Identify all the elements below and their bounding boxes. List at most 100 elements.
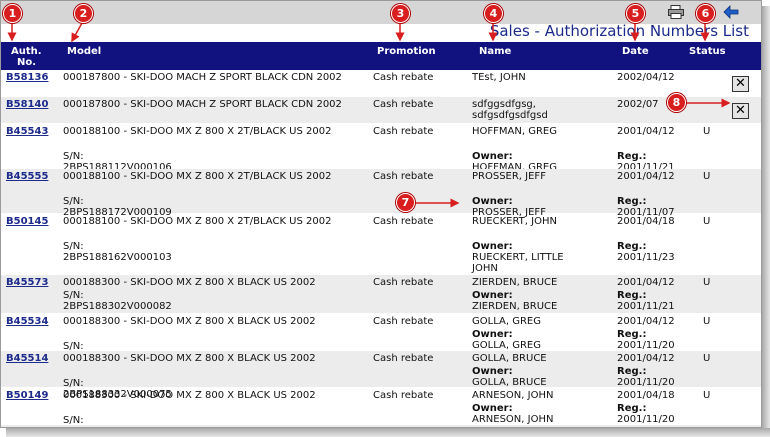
callout-marker-1: 1 [3, 4, 22, 23]
col-model[interactable]: Model [67, 46, 101, 57]
name-text: sdfggsdfgsg, sdfgsdfgsdfgsd [472, 99, 548, 121]
owner-label: Owner: [472, 196, 513, 207]
date-text: 2002/07 [617, 99, 659, 110]
promotion-text: Cash rebate [373, 353, 434, 364]
reg-label: Reg.: [617, 403, 647, 414]
owner-label: Owner: [472, 241, 513, 252]
back-arrow-icon[interactable] [723, 5, 739, 19]
date-text: 2001/04/18 [617, 390, 675, 401]
auth-number-link[interactable]: B50145 [6, 216, 48, 227]
date-text: 2002/04/12 [617, 72, 675, 83]
callout-marker-7: 7 [396, 193, 415, 212]
app-window: Sales - Authorization Numbers List Auth.… [0, 0, 762, 428]
owner-label: Owner: [472, 290, 513, 301]
promotion-text: Cash rebate [373, 99, 434, 110]
auth-number-link[interactable]: B58136 [6, 72, 48, 83]
name-text: HOFFMAN, GREG [472, 126, 557, 137]
status-text: U [703, 316, 711, 327]
authorization-table: B58136 000187800 - SKI-DOO MACH Z SPORT B… [1, 70, 761, 427]
reg-label: Reg.: [617, 329, 647, 340]
name-text: GOLLA, GREG [472, 316, 541, 327]
table-row: B50149 000188300 - SKI-DOO MX Z 800 X BLA… [1, 388, 761, 427]
status-text: U [703, 126, 711, 137]
sn-label: S/N: [63, 151, 84, 162]
name-text: ZIERDEN, BRUCE [472, 277, 558, 288]
status-text: U [703, 216, 711, 227]
reg-label: Reg.: [617, 290, 647, 301]
auth-number-link[interactable]: B45543 [6, 126, 48, 137]
date-text: 2001/04/12 [617, 277, 675, 288]
auth-number-link[interactable]: B45534 [6, 316, 48, 327]
model-text: 000188300 - SKI-DOO MX Z 800 X BLACK US … [63, 277, 316, 288]
callout-marker-5: 5 [626, 4, 645, 23]
model-text: 000188300 - SKI-DOO MX Z 800 X BLACK US … [63, 316, 316, 327]
status-text: U [703, 390, 711, 401]
status-text: U [703, 277, 711, 288]
status-text: U [703, 353, 711, 364]
reg-label: Reg.: [617, 151, 647, 162]
auth-number-link[interactable]: B45573 [6, 277, 48, 288]
promotion-text: Cash rebate [373, 216, 434, 227]
status-text: U [703, 171, 711, 182]
name-text: GOLLA, BRUCE [472, 353, 547, 364]
table-header: Auth. No. Model Promotion Name Date Stat… [1, 42, 761, 70]
callout-marker-2: 2 [74, 4, 93, 23]
callout-marker-3: 3 [391, 4, 410, 23]
auth-number-link[interactable]: B58140 [6, 99, 48, 110]
reg-label: Reg.: [617, 366, 647, 377]
table-row: B58140 000187800 - SKI-DOO MACH Z SPORT B… [1, 97, 761, 124]
name-text: TEst, JOHN [472, 72, 526, 83]
model-text: 000188100 - SKI-DOO MX Z 800 X 2T/BLACK … [63, 171, 332, 182]
table-row: B45555 000188100 - SKI-DOO MX Z 800 X 2T/… [1, 169, 761, 218]
window-shadow-bottom [6, 428, 770, 437]
table-row: B45514 000188300 - SKI-DOO MX Z 800 X BLA… [1, 351, 761, 400]
name-text: PROSSER, JEFF [472, 171, 546, 182]
auth-number-link[interactable]: B45555 [6, 171, 48, 182]
col-promotion[interactable]: Promotion [377, 46, 436, 57]
owner-name: GOLLA, BRUCE [472, 377, 547, 388]
col-name[interactable]: Name [479, 46, 511, 57]
serial-number: 2BPS188302V000082 [63, 301, 172, 312]
delete-button[interactable]: ✕ [732, 103, 749, 119]
sn-label: S/N: [63, 196, 84, 207]
owner-name: GOLLA, GREG [472, 340, 541, 351]
col-auth[interactable]: Auth. [11, 46, 42, 57]
name-text: ARNESON, JOHN [472, 390, 554, 401]
callout-marker-6: 6 [696, 4, 715, 23]
table-row: B58136 000187800 - SKI-DOO MACH Z SPORT B… [1, 70, 761, 97]
promotion-text: Cash rebate [373, 126, 434, 137]
toolbar [1, 1, 761, 24]
name-text: RUECKERT, JOHN [472, 216, 557, 227]
model-text: 000187800 - SKI-DOO MACH Z SPORT BLACK C… [63, 99, 342, 110]
model-text: 000188100 - SKI-DOO MX Z 800 X 2T/BLACK … [63, 126, 332, 137]
date-text: 2001/04/12 [617, 316, 675, 327]
date-text: 2001/04/12 [617, 126, 675, 137]
owner-label: Owner: [472, 366, 513, 377]
auth-number-link[interactable]: B50149 [6, 390, 48, 401]
delete-button[interactable]: ✕ [732, 76, 749, 92]
table-row: B45543 000188100 - SKI-DOO MX Z 800 X 2T/… [1, 124, 761, 173]
printer-icon[interactable] [668, 5, 684, 19]
table-row: B45573 000188300 - SKI-DOO MX Z 800 X BLA… [1, 275, 761, 314]
table-row: B45534 000188300 - SKI-DOO MX Z 800 X BLA… [1, 314, 761, 363]
reg-label: Reg.: [617, 241, 647, 252]
serial-number: 2BPS188162V000103 [63, 252, 172, 263]
promotion-text: Cash rebate [373, 316, 434, 327]
model-text: 000188300 - SKI-DOO MX Z 800 X BLACK US … [63, 390, 316, 401]
date-text: 2001/04/18 [617, 216, 675, 227]
owner-label: Owner: [472, 403, 513, 414]
owner-name: RUECKERT, LITTLE JOHN [472, 252, 564, 274]
reg-label: Reg.: [617, 196, 647, 207]
owner-name: ZIERDEN, BRUCE [472, 301, 558, 312]
page-title: Sales - Authorization Numbers List [489, 22, 749, 40]
reg-date: 2001/11/20 [617, 377, 675, 388]
promotion-text: Cash rebate [373, 171, 434, 182]
model-text: 000188300 - SKI-DOO MX Z 800 X BLACK US … [63, 353, 316, 364]
promotion-text: Cash rebate [373, 390, 434, 401]
promotion-text: Cash rebate [373, 72, 434, 83]
col-status[interactable]: Status [689, 46, 726, 57]
sn-label: S/N: [63, 290, 84, 301]
col-date[interactable]: Date [622, 46, 649, 57]
date-text: 2001/04/12 [617, 353, 675, 364]
auth-number-link[interactable]: B45514 [6, 353, 48, 364]
